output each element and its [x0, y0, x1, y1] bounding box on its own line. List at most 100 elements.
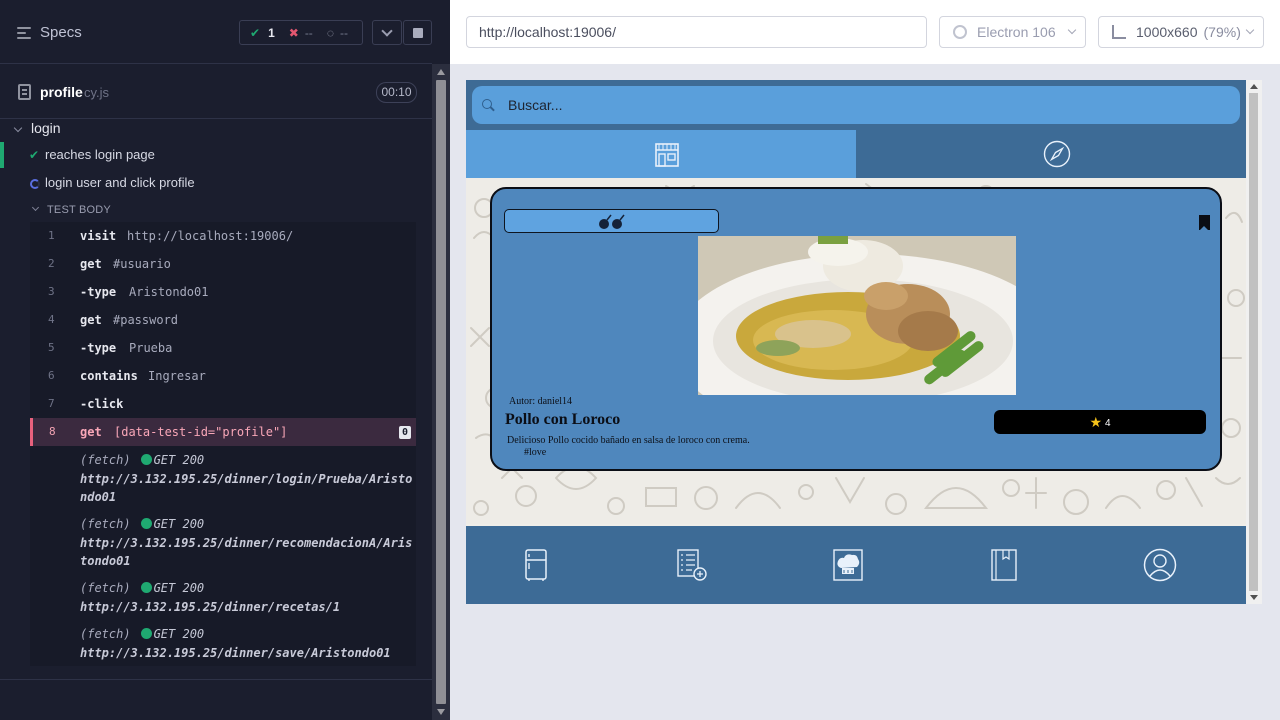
test-item-passed[interactable]: ✔ reaches login page [0, 142, 432, 168]
fetch-log-entry[interactable]: (fetch) GET 200 http://3.132.195.25/dinne… [80, 579, 416, 616]
pans-icon [599, 214, 625, 229]
expand-collapse-button[interactable] [372, 20, 402, 45]
store-icon [655, 143, 679, 167]
spec-file-header: profile cy.js 00:10 [0, 65, 432, 119]
specs-label[interactable]: Specs [40, 24, 82, 41]
app-scrollbar[interactable] [1246, 80, 1262, 604]
reporter-scrollbar[interactable] [432, 64, 450, 720]
fetch-url: http://3.132.195.25/dinner/login/Prueba/… [80, 471, 413, 505]
recipe-card[interactable]: Autor: daniel14 Pollo con Loroco Delicio… [490, 187, 1222, 471]
command-arg: Prueba [129, 341, 173, 355]
rating-badge[interactable]: ★ 4 [994, 410, 1206, 434]
command-row[interactable]: 4 get #password [30, 306, 416, 334]
recipe-description: Delicioso Pollo cocido bañado en salsa d… [507, 435, 750, 446]
check-icon: ✔ [29, 148, 40, 162]
test-stats: ✔ 1 ✖ -- ◌ -- [239, 20, 363, 45]
fetch-method: GET 200 [153, 517, 205, 531]
element-count-badge: 0 [399, 426, 411, 439]
search-input[interactable]: Buscar... [472, 86, 1240, 124]
command-row[interactable]: 3 -type Aristondo01 [30, 278, 416, 306]
recipe-list-add-icon[interactable] [675, 548, 709, 582]
reporter-header: Specs ✔ 1 ✖ -- ◌ -- [0, 0, 432, 64]
recipe-tag[interactable]: #love [524, 447, 546, 458]
zoom-level: (79%) [1203, 24, 1241, 40]
scroll-up-icon[interactable] [1250, 84, 1258, 89]
status-dot-icon [140, 582, 152, 593]
recipe-book-icon[interactable] [987, 548, 1021, 582]
command-row-active[interactable]: 8 get [data-test-id="profile"] 0 [30, 418, 416, 446]
chef-badge [504, 209, 719, 233]
command-row[interactable]: 2 get #usuario [30, 250, 416, 278]
viewport-selector[interactable]: 1000x660 (79%) [1098, 16, 1264, 48]
command-number: 4 [48, 313, 55, 326]
stop-button[interactable] [403, 20, 432, 45]
command-row[interactable]: 7 -click [30, 390, 416, 418]
command-name: get [80, 257, 102, 271]
fetch-log-entry[interactable]: (fetch) GET 200 http://3.132.195.25/dinne… [80, 625, 416, 662]
chevron-down-icon [1067, 25, 1077, 35]
tab-store[interactable] [466, 130, 856, 178]
top-tabs [466, 130, 1246, 178]
viewport-size: 1000x660 [1136, 24, 1198, 40]
tab-explore[interactable] [856, 130, 1246, 178]
fetch-kind: (fetch) [80, 453, 131, 467]
fetch-log-entry[interactable]: (fetch) GET 200 http://3.132.195.25/dinne… [80, 451, 416, 507]
command-arg: Ingresar [148, 369, 206, 383]
recipe-photo [698, 236, 1016, 395]
test-label: reaches login page [45, 147, 155, 162]
spec-name[interactable]: profile [40, 84, 83, 100]
app-under-test-panel: http://localhost:19006/ Electron 106 100… [450, 0, 1280, 720]
rating-value: 4 [1105, 418, 1111, 429]
test-body-label: TEST BODY [47, 204, 111, 216]
fetch-method: GET 200 [153, 581, 205, 595]
bookmark-icon[interactable] [1199, 215, 1210, 231]
status-dot-icon [140, 454, 152, 465]
scrollbar-thumb[interactable] [436, 80, 446, 704]
search-header: Buscar... [466, 80, 1246, 130]
status-dot-icon [140, 628, 152, 639]
command-number: 6 [48, 369, 55, 382]
command-number: 5 [48, 341, 55, 354]
scroll-down-icon[interactable] [1250, 595, 1258, 600]
fridge-icon[interactable] [519, 548, 553, 582]
fetch-url: http://3.132.195.25/dinner/recomendacion… [80, 535, 413, 569]
command-name: visit [80, 229, 117, 243]
test-body-toggle[interactable]: TEST BODY [30, 202, 416, 220]
chevron-down-icon [1245, 25, 1255, 35]
command-row[interactable]: 1 visit http://localhost:19006/ [30, 222, 416, 250]
pending-count: ◌ -- [326, 25, 348, 40]
scroll-down-icon[interactable] [437, 709, 445, 715]
scroll-up-icon[interactable] [437, 69, 445, 75]
chevron-down-icon [13, 123, 23, 133]
command-number: 3 [48, 285, 55, 298]
running-spinner-icon [30, 179, 40, 189]
test-item-running[interactable]: login user and click profile [0, 170, 432, 196]
specs-menu-icon[interactable] [17, 27, 31, 39]
command-name: -type [80, 285, 117, 299]
command-number: 2 [48, 257, 55, 270]
command-row[interactable]: 5 -type Prueba [30, 334, 416, 362]
command-number: 1 [48, 229, 55, 242]
user-profile-icon[interactable] [1143, 548, 1177, 582]
chef-hat-icon[interactable] [831, 548, 865, 582]
suite-login[interactable]: login [0, 120, 432, 142]
command-arg: Aristondo01 [129, 285, 209, 299]
star-icon: ★ [1089, 414, 1102, 430]
scrollbar-thumb[interactable] [1249, 93, 1258, 591]
fetch-kind: (fetch) [80, 581, 131, 595]
command-number: 7 [48, 397, 55, 410]
browser-selector[interactable]: Electron 106 [939, 16, 1086, 48]
reporter-gutter [432, 0, 450, 64]
recipe-title: Pollo con Loroco [505, 411, 621, 428]
fetch-log-entry[interactable]: (fetch) GET 200 http://3.132.195.25/dinne… [80, 515, 416, 571]
passed-count: ✔ 1 [250, 25, 275, 40]
bottom-navigation [466, 526, 1246, 604]
spec-ext: cy.js [84, 85, 110, 100]
url-bar[interactable]: http://localhost:19006/ [466, 16, 927, 48]
command-name: get [80, 313, 102, 327]
cypress-reporter: Specs ✔ 1 ✖ -- ◌ -- profile cy.js 00:10 log… [0, 0, 432, 720]
recipe-author: Autor: daniel14 [509, 396, 573, 407]
fetch-url: http://3.132.195.25/dinner/save/Aristond… [80, 645, 391, 660]
command-row[interactable]: 6 contains Ingresar [30, 362, 416, 390]
command-name: -click [80, 397, 124, 411]
